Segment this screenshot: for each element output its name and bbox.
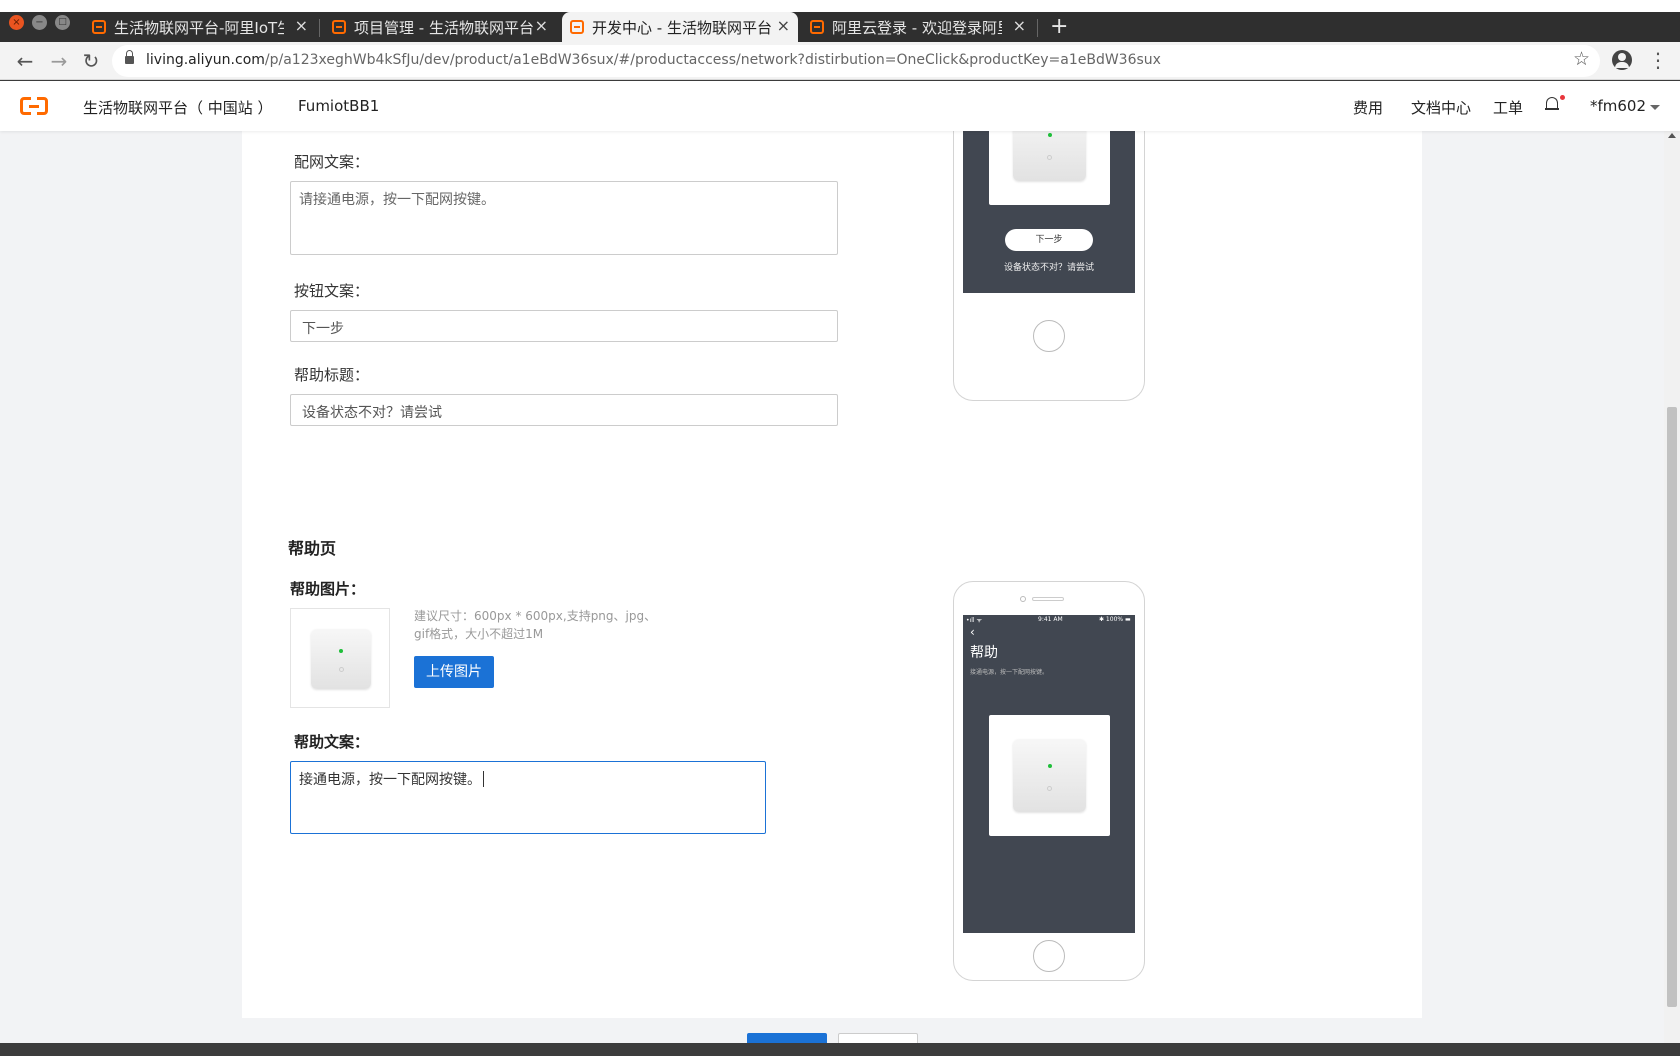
lock-icon (125, 50, 134, 64)
window-minimize-button[interactable] (32, 15, 47, 30)
aliyun-logo-icon (810, 20, 824, 34)
cancel-button[interactable] (838, 1033, 918, 1043)
button-copy-input[interactable]: 下一步 (290, 310, 838, 342)
aliyun-brand-logo[interactable] (20, 96, 48, 116)
device-button (1047, 785, 1052, 791)
preview-help-link: 设备状态不对？请尝试 (1003, 263, 1094, 273)
preview-help-subtitle: 接通电源，按一下配网按键。 (970, 669, 1049, 676)
browser-tab[interactable]: 生活物联网平台-阿里IoT生 × (84, 12, 316, 42)
phone-home-button (1033, 320, 1065, 352)
help-copy-label: 帮助文案： (294, 733, 370, 751)
address-bar[interactable]: living.aliyun.com/p/a123xeghWb4kSfJu/dev… (112, 45, 1600, 77)
device-led (1047, 763, 1052, 768)
window-maximize-button[interactable] (55, 15, 70, 30)
device-led (1047, 132, 1052, 137)
phone-speaker (1032, 597, 1064, 601)
fees-link[interactable]: 费用 (1353, 97, 1383, 118)
site-name[interactable]: 生活物联网平台（ 中国站 ） (83, 97, 273, 118)
new-tab-button[interactable]: + (1050, 14, 1068, 39)
aliyun-logo-icon (570, 20, 584, 34)
docs-link[interactable]: 文档中心 (1411, 97, 1471, 118)
help-image-label: 帮助图片： (290, 580, 366, 598)
tab-title: 阿里云登录 - 欢迎登录阿里 (832, 19, 1002, 37)
reload-icon[interactable]: ↻ (78, 48, 104, 74)
url-host: living.aliyun.com (146, 52, 265, 68)
user-menu[interactable]: *fm602 (1590, 97, 1646, 115)
tickets-link[interactable]: 工单 (1493, 97, 1523, 118)
status-battery: ✱ 100% ▬ (1099, 616, 1131, 623)
project-name[interactable]: FumiotBB1 (298, 97, 379, 115)
device-button (338, 667, 344, 673)
close-tab-icon[interactable]: × (295, 16, 308, 35)
url-text: living.aliyun.com/p/a123xeghWb4kSfJu/dev… (146, 52, 1161, 68)
site-header: 生活物联网平台（ 中国站 ） FumiotBB1 费用 文档中心 工单 *fm6… (0, 81, 1680, 131)
bookmark-star-icon[interactable]: ☆ (1573, 48, 1590, 70)
help-copy-textarea[interactable]: 接通电源，按一下配网按键。 (290, 761, 766, 834)
network-copy-textarea[interactable]: 请接通电源，按一下配网按键。 (290, 181, 838, 255)
notification-bell-icon[interactable] (1545, 96, 1559, 112)
notification-dot (1560, 95, 1565, 100)
status-signal: •ıll ᯤ (966, 617, 982, 624)
image-size-hint: 建议尺寸：600px * 600px,支持png、jpg、 (414, 609, 657, 623)
browser-tab[interactable]: 阿里云登录 - 欢迎登录阿里 × (802, 12, 1034, 42)
tab-divider (1037, 19, 1038, 37)
chevron-down-icon[interactable] (1650, 105, 1660, 110)
device-led (339, 649, 343, 654)
help-page-section-title: 帮助页 (288, 539, 337, 558)
status-time: 9:41 AM (1038, 616, 1063, 623)
tab-title: 开发中心 - 生活物联网平台 (592, 19, 772, 37)
text-cursor (483, 771, 484, 787)
close-tab-icon[interactable]: × (777, 16, 790, 35)
phone-camera (1020, 596, 1026, 602)
preview-help-title: 帮助 (970, 645, 998, 661)
page-scrollbar[interactable] (1664, 131, 1680, 1043)
browser-tab-strip: 生活物联网平台-阿里IoT生 × 项目管理 - 生活物联网平台 × 开发中心 -… (0, 0, 1680, 42)
tab-divider (319, 19, 320, 37)
back-arrow-icon[interactable]: ← (12, 48, 38, 74)
account-icon[interactable] (1612, 50, 1632, 70)
preview-device-card (989, 715, 1110, 836)
browser-tab-active[interactable]: 开发中心 - 生活物联网平台 × (562, 12, 798, 42)
preview-next-button: 下一步 (1005, 229, 1093, 251)
upload-image-button[interactable]: 上传图片 (414, 656, 494, 688)
device-button (1047, 154, 1052, 160)
image-format-hint: gif格式，大小不超过1M (414, 627, 544, 641)
help-copy-value: 接通电源，按一下配网按键。 (299, 772, 481, 788)
close-tab-icon[interactable]: × (1013, 16, 1026, 35)
button-copy-label: 按钮文案： (294, 282, 370, 300)
browser-tab[interactable]: 项目管理 - 生活物联网平台 × (324, 12, 556, 42)
close-tab-icon[interactable]: × (535, 16, 548, 35)
config-card: 配网文案： 请接通电源，按一下配网按键。 按钮文案： 下一步 帮助标题： 设备状… (242, 81, 1422, 1018)
save-button[interactable] (747, 1033, 827, 1043)
browser-toolbar: ← → ↻ living.aliyun.com/p/a123xeghWb4kSf… (0, 42, 1680, 80)
page-content: 配网文案： 请接通电源，按一下配网按键。 按钮文案： 下一步 帮助标题： 设备状… (0, 81, 1680, 1043)
preview-back-icon: ‹ (970, 625, 975, 639)
url-path: /p/a123xeghWb4kSfJu/dev/product/a1eBdW36… (264, 52, 1161, 68)
tab-title: 项目管理 - 生活物联网平台 (354, 19, 534, 37)
aliyun-logo-icon (92, 20, 106, 34)
help-preview-phone: •ıll ᯤ 9:41 AM ✱ 100% ▬ ‹ 帮助 接通电源，按一下配网按… (953, 581, 1145, 981)
tab-title: 生活物联网平台-阿里IoT生 (114, 19, 284, 37)
help-preview-screen: •ıll ᯤ 9:41 AM ✱ 100% ▬ ‹ 帮助 接通电源，按一下配网按… (963, 615, 1135, 933)
device-image (311, 629, 371, 689)
help-title-label: 帮助标题： (294, 366, 370, 384)
forward-arrow-icon[interactable]: → (46, 48, 72, 74)
phone-home-button (1033, 940, 1065, 972)
help-image-preview (290, 608, 390, 708)
window-close-button[interactable] (9, 15, 24, 30)
browser-menu-icon[interactable]: ⋮ (1648, 48, 1668, 72)
scroll-up-arrow-icon[interactable] (1668, 133, 1676, 138)
device-image (1013, 739, 1086, 812)
help-title-input[interactable]: 设备状态不对？请尝试 (290, 394, 838, 426)
scrollbar-thumb[interactable] (1667, 407, 1677, 1007)
network-copy-label: 配网文案： (294, 153, 370, 171)
aliyun-logo-icon (332, 20, 346, 34)
